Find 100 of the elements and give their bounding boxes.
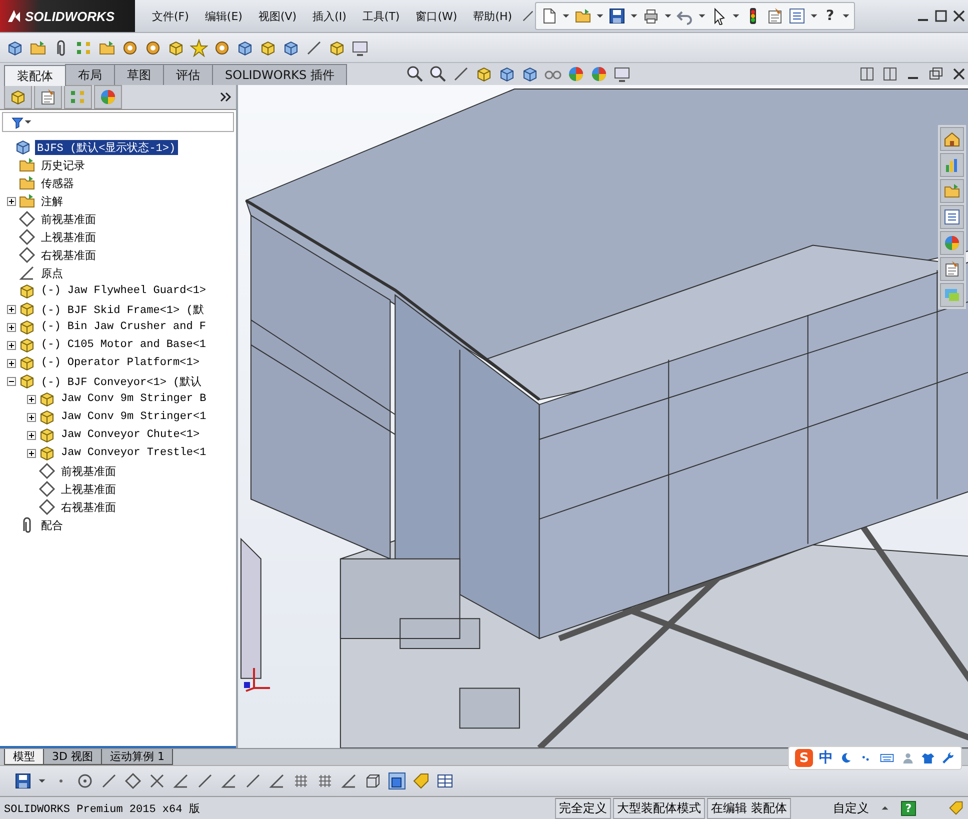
grid-icon[interactable]	[316, 772, 334, 790]
command-tab[interactable]: SOLIDWORKS 插件	[212, 64, 348, 85]
command-tab[interactable]: 草图	[114, 64, 164, 85]
tree-item[interactable]: 配合	[39, 518, 65, 532]
annotation-folder-icon[interactable]	[18, 192, 36, 210]
tree-item[interactable]: 前视基准面	[39, 212, 98, 226]
ime-mode[interactable]: 中	[819, 749, 833, 767]
angle-icon[interactable]	[340, 772, 358, 790]
component-icon[interactable]	[38, 390, 56, 408]
list-icon[interactable]	[788, 7, 806, 25]
tree-item[interactable]: 前视基准面	[59, 464, 118, 478]
command-tab[interactable]: 评估	[163, 64, 213, 85]
tree-item[interactable]: (-) BJF Skid Frame<1> (默	[39, 302, 206, 316]
printer-icon[interactable]	[642, 7, 660, 25]
dropdown-caret-icon[interactable]	[596, 12, 604, 20]
tree-item[interactable]: Jaw Conv 9m Stringer B	[59, 393, 208, 405]
dropdown-caret-icon[interactable]	[38, 777, 46, 785]
dropdown-caret-icon[interactable]	[562, 12, 570, 20]
tree-item[interactable]: (-) C105 Motor and Base<1	[39, 339, 208, 351]
tree-item[interactable]: Jaw Conveyor Trestle<1	[59, 447, 208, 459]
folder-icon[interactable]	[29, 38, 47, 56]
dropdown-caret-icon[interactable]	[732, 12, 740, 20]
dropdown-caret-icon[interactable]	[810, 12, 818, 20]
expand-icon[interactable]	[6, 322, 16, 332]
clipboard-icon[interactable]	[766, 7, 784, 25]
tree-item[interactable]: Jaw Conveyor Chute<1>	[59, 429, 202, 441]
component-icon[interactable]	[18, 336, 36, 354]
component-icon[interactable]	[18, 282, 36, 300]
line-icon[interactable]	[305, 38, 323, 56]
expand-icon[interactable]	[6, 358, 16, 368]
appearance-ball-icon[interactable]	[99, 88, 117, 106]
chevron-icon[interactable]	[220, 92, 232, 102]
split-view-icon[interactable]	[858, 65, 876, 83]
cube-icon[interactable]	[259, 38, 277, 56]
expand-icon[interactable]	[6, 196, 16, 206]
cube-icon[interactable]	[328, 38, 346, 56]
panel-tab[interactable]	[4, 85, 32, 109]
component-icon[interactable]	[18, 300, 36, 318]
cube-icon[interactable]	[498, 65, 516, 83]
wrench-icon[interactable]	[941, 751, 955, 765]
box-icon[interactable]	[364, 772, 382, 790]
units-menu[interactable]: 自定义	[793, 798, 879, 818]
save-icon[interactable]	[14, 772, 32, 790]
caret-icon[interactable]	[881, 804, 889, 812]
scene-ball-icon[interactable]	[590, 65, 608, 83]
menu-item[interactable]: 视图(V)	[251, 6, 304, 26]
plane-icon[interactable]	[38, 462, 56, 480]
angle-icon[interactable]	[172, 772, 190, 790]
tree-item[interactable]: 右视基准面	[39, 248, 98, 262]
plane-icon[interactable]	[18, 246, 36, 264]
monitor-icon[interactable]	[351, 38, 369, 56]
tree-item[interactable]: 注解	[39, 194, 65, 208]
menu-item[interactable]: 帮助(H)	[466, 6, 520, 26]
tree-item[interactable]: BJFS (默认<显示状态-1>)	[35, 140, 178, 154]
command-tab[interactable]: 布局	[65, 64, 115, 85]
line-icon[interactable]	[196, 772, 214, 790]
component-icon[interactable]	[38, 408, 56, 426]
plane-icon[interactable]	[18, 210, 36, 228]
filter-icon[interactable]	[11, 116, 24, 128]
dropdown-caret-icon[interactable]	[630, 12, 638, 20]
menu-item[interactable]: 工具(T)	[355, 6, 407, 26]
dropdown-caret-icon[interactable]	[24, 118, 32, 126]
cube-icon[interactable]	[521, 65, 540, 83]
component-icon[interactable]	[18, 318, 36, 336]
line-icon[interactable]	[244, 772, 262, 790]
help-menu[interactable]: ?	[822, 8, 838, 24]
menu-item[interactable]: 窗口(W)	[408, 6, 464, 26]
save-icon[interactable]	[608, 7, 626, 25]
assembly-icon[interactable]	[14, 138, 32, 156]
table-icon[interactable]	[436, 772, 454, 790]
open-folder-icon[interactable]	[574, 7, 592, 25]
plane-icon[interactable]	[18, 228, 36, 246]
plane-icon[interactable]	[38, 480, 56, 498]
model-tab[interactable]: 运动算例 1	[100, 749, 174, 765]
cube-icon[interactable]	[167, 38, 185, 56]
line-icon[interactable]	[452, 65, 470, 83]
tree-item[interactable]: 上视基准面	[39, 230, 98, 244]
history-folder-icon[interactable]	[18, 156, 36, 174]
split-view-icon[interactable]	[881, 65, 899, 83]
expand-icon[interactable]	[6, 304, 16, 314]
panel-tab[interactable]	[94, 85, 122, 109]
component-icon[interactable]	[18, 354, 36, 372]
star-icon[interactable]	[190, 38, 208, 56]
polygon-icon[interactable]	[124, 772, 142, 790]
clipboard-icon[interactable]	[39, 88, 57, 106]
tag-icon[interactable]	[412, 772, 430, 790]
cube-icon[interactable]	[6, 38, 24, 56]
expand-icon[interactable]	[26, 448, 36, 458]
shirt-icon[interactable]	[921, 751, 935, 765]
cube-icon[interactable]	[9, 88, 27, 106]
angle-icon[interactable]	[268, 772, 286, 790]
model-tab[interactable]: 3D 视图	[43, 749, 102, 765]
appearance-ball-icon[interactable]	[567, 65, 586, 83]
moon-icon[interactable]	[839, 751, 853, 765]
expand-icon[interactable]	[26, 412, 36, 422]
tree-item[interactable]: 右视基准面	[59, 500, 118, 514]
component-icon[interactable]	[38, 444, 56, 462]
help-button[interactable]: ?	[901, 800, 916, 816]
cube-icon[interactable]	[282, 38, 300, 56]
tree-item[interactable]: 传感器	[39, 176, 76, 190]
